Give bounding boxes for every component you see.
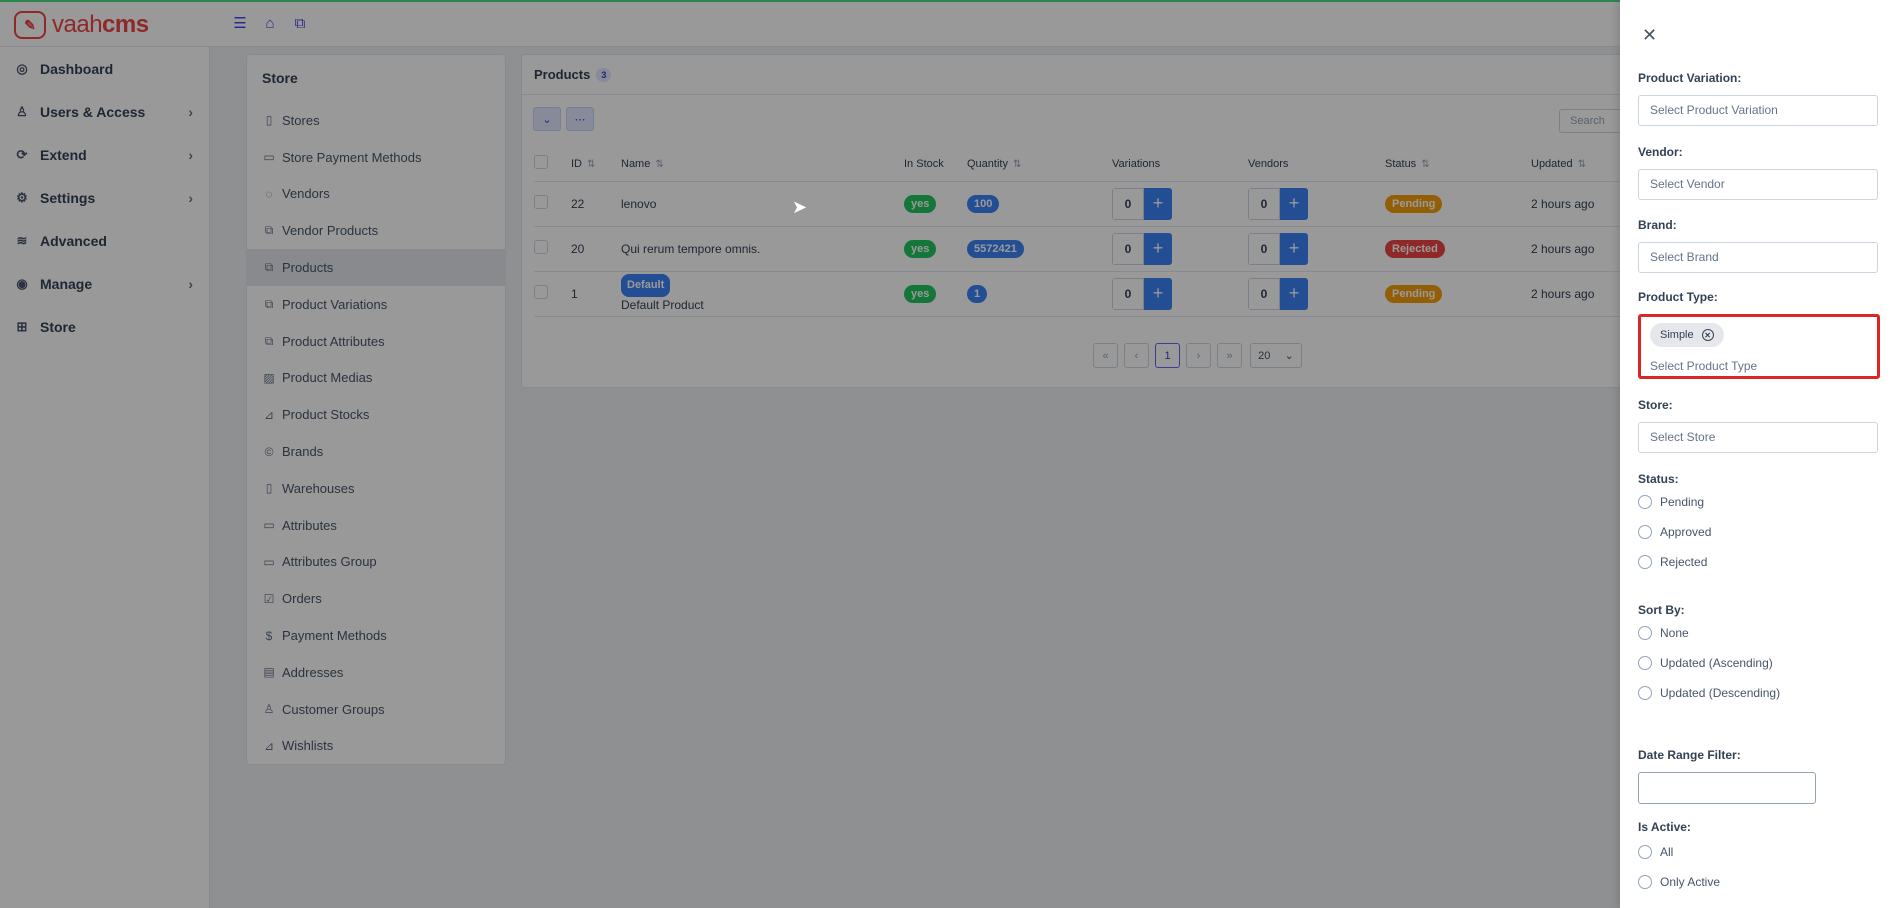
radio-button[interactable] xyxy=(1638,656,1652,670)
radio-button[interactable] xyxy=(1638,555,1652,569)
brand-label: Brand: xyxy=(1638,218,1677,232)
sort-option-none[interactable]: None xyxy=(1638,626,1689,640)
radio-button[interactable] xyxy=(1638,495,1652,509)
radio-label: None xyxy=(1660,626,1689,640)
radio-label: Only Active xyxy=(1660,875,1721,889)
radio-label: Updated (Ascending) xyxy=(1660,656,1773,670)
filter-drawer: ✕ Product Variation: Select Product Vari… xyxy=(1620,0,1895,908)
is-active-option-only-active[interactable]: Only Active xyxy=(1638,875,1720,889)
mouse-cursor-icon: ➤ xyxy=(792,197,808,217)
radio-label: Rejected xyxy=(1660,555,1708,569)
store-label: Store: xyxy=(1638,398,1673,412)
modal-overlay[interactable] xyxy=(0,0,1620,908)
product-type-chip: Simple ✕ xyxy=(1650,323,1724,347)
status-option-approved[interactable]: Approved xyxy=(1638,525,1711,539)
sort-option-ascending[interactable]: Updated (Ascending) xyxy=(1638,656,1773,670)
status-option-rejected[interactable]: Rejected xyxy=(1638,555,1707,569)
close-icon[interactable]: ✕ xyxy=(1642,25,1657,46)
date-range-label: Date Range Filter: xyxy=(1638,748,1741,762)
chip-label: Simple xyxy=(1660,329,1694,341)
radio-button[interactable] xyxy=(1638,845,1652,859)
radio-label: All xyxy=(1660,845,1674,859)
product-type-placeholder: Select Product Type xyxy=(1650,359,1758,373)
remove-chip-icon[interactable]: ✕ xyxy=(1701,329,1714,341)
radio-button[interactable] xyxy=(1638,626,1652,640)
product-type-multiselect[interactable]: Simple ✕ Select Product Type xyxy=(1638,314,1880,379)
is-active-label: Is Active: xyxy=(1638,820,1691,834)
radio-label: Approved xyxy=(1660,525,1712,539)
status-label: Status: xyxy=(1638,472,1679,486)
radio-label: Updated (Descending) xyxy=(1660,686,1781,700)
product-type-label: Product Type: xyxy=(1638,290,1718,304)
radio-button[interactable] xyxy=(1638,525,1652,539)
sort-option-descending[interactable]: Updated (Descending) xyxy=(1638,686,1780,700)
sort-by-label: Sort By: xyxy=(1638,603,1685,617)
radio-label: Pending xyxy=(1660,495,1705,509)
product-variation-label: Product Variation: xyxy=(1638,71,1742,85)
date-range-input[interactable] xyxy=(1638,772,1816,804)
vendor-select[interactable]: Select Vendor xyxy=(1638,169,1878,200)
store-select[interactable]: Select Store xyxy=(1638,422,1878,453)
radio-button[interactable] xyxy=(1638,686,1652,700)
product-variation-select[interactable]: Select Product Variation xyxy=(1638,95,1878,126)
brand-select[interactable]: Select Brand xyxy=(1638,242,1878,273)
is-active-option-all[interactable]: All xyxy=(1638,845,1673,859)
radio-button[interactable] xyxy=(1638,875,1652,889)
vendor-label: Vendor: xyxy=(1638,145,1683,159)
status-option-pending[interactable]: Pending xyxy=(1638,495,1704,509)
